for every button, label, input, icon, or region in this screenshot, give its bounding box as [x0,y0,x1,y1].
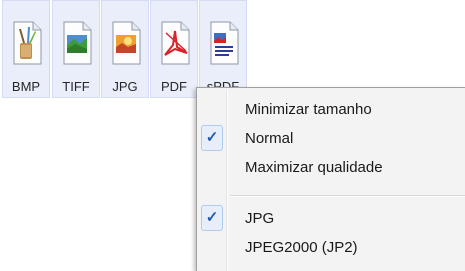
tiff-file-icon [63,21,92,65]
bmp-file-icon [13,21,42,65]
menu-item-maximizar-qualidade[interactable]: Maximizar qualidade [197,154,465,181]
checkmark-icon: ✓ [201,125,223,151]
context-menu: Minimizar tamanho ✓ Normal Maximizar qua… [196,87,465,271]
menu-item-minimizar-tamanho[interactable]: Minimizar tamanho [197,96,465,123]
menu-separator-highlight [230,196,465,197]
jpg-file-icon [112,21,141,65]
menu-item-label: Maximizar qualidade [245,159,383,176]
format-label: BMP [11,79,41,94]
format-button-spdf[interactable]: sPDF [199,0,247,98]
format-label: JPG [112,79,138,94]
menu-item-label: Minimizar tamanho [245,101,372,118]
menu-item-label: JPEG2000 (JP2) [245,239,358,256]
menu-item-jpeg2000[interactable]: JPEG2000 (JP2) [197,234,465,261]
spdf-file-icon [210,21,239,65]
menu-item-label: Normal [245,130,294,147]
format-button-tiff[interactable]: TIFF [52,0,100,98]
format-label: PDF [161,79,187,94]
format-button-pdf[interactable]: PDF [150,0,198,98]
format-button-jpg[interactable]: JPG [101,0,149,98]
menu-item-label: JPG [245,210,275,227]
checkmark-icon: ✓ [201,205,223,231]
format-label: TIFF [62,79,90,94]
pdf-file-icon [161,21,190,65]
format-button-bmp[interactable]: BMP [2,0,50,98]
menu-item-normal[interactable]: ✓ Normal [197,125,465,152]
menu-item-jpg[interactable]: ✓ JPG [197,205,465,232]
